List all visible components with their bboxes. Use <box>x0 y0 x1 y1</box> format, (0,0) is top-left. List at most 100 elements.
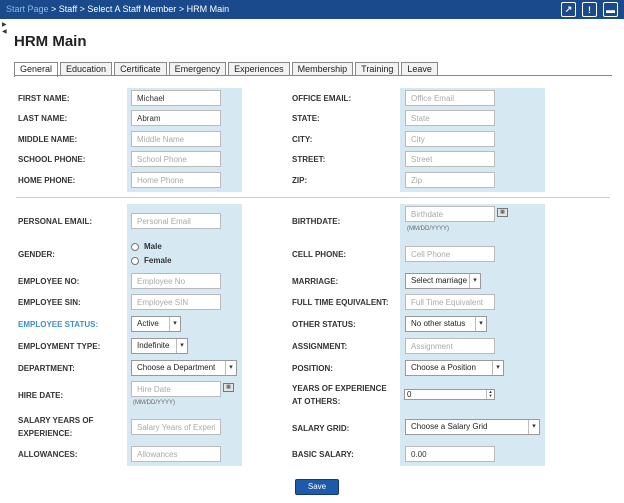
street-input[interactable] <box>405 151 495 167</box>
other-status-label: OTHER STATUS: <box>292 320 356 329</box>
birthdate-input[interactable] <box>405 206 495 222</box>
hire-date-label: HIRE DATE: <box>18 391 64 400</box>
department-label: DEPARTMENT: <box>18 364 75 373</box>
external-link-icon[interactable]: ↗ <box>561 2 576 17</box>
employee-status-value: Active <box>137 319 159 328</box>
chevron-down-icon: ▾ <box>492 361 503 375</box>
marriage-select[interactable]: Select marriage ▾ <box>405 273 481 289</box>
gender-female-label: Female <box>144 256 172 265</box>
calendar-icon[interactable]: ▦ <box>223 383 234 392</box>
office-email-label: OFFICE EMAIL: <box>292 94 352 103</box>
gender-label: GENDER: <box>18 250 55 259</box>
hire-date-input[interactable] <box>131 381 221 397</box>
page-title: HRM Main <box>14 33 87 50</box>
breadcrumb-select-link[interactable]: Select A Staff Member <box>87 4 176 14</box>
home-phone-input[interactable] <box>131 172 221 188</box>
collapse-left-icon: ◀ <box>2 29 7 35</box>
alert-icon[interactable]: ! <box>582 2 597 17</box>
breadcrumb-sep: > <box>48 4 59 14</box>
position-select[interactable]: Choose a Position ▾ <box>405 360 504 376</box>
personal-email-label: PERSONAL EMAIL: <box>18 217 93 226</box>
salary-grid-value: Choose a Salary Grid <box>411 422 488 431</box>
tab-experiences[interactable]: Experiences <box>228 62 290 76</box>
zip-input[interactable] <box>405 172 495 188</box>
print-icon[interactable]: ▬ <box>603 2 618 17</box>
other-status-select[interactable]: No other status ▾ <box>405 316 487 332</box>
employee-status-label[interactable]: EMPLOYEE STATUS: <box>18 320 98 329</box>
assignment-label: ASSIGNMENT: <box>292 342 348 351</box>
spinner-arrows-icon[interactable]: ▲ ▼ <box>486 390 494 399</box>
save-button[interactable]: Save <box>295 479 339 495</box>
salary-grid-select[interactable]: Choose a Salary Grid ▾ <box>405 419 540 435</box>
radio-circle <box>131 256 139 265</box>
cell-phone-input[interactable] <box>405 246 495 262</box>
years-exp-others-stepper[interactable]: 0 ▲ ▼ <box>404 389 495 400</box>
first-name-label: FIRST NAME: <box>18 94 70 103</box>
home-phone-label: HOME PHONE: <box>18 176 76 185</box>
gender-female-radio[interactable]: Female <box>131 256 172 265</box>
assignment-input[interactable] <box>405 338 495 354</box>
employee-no-input[interactable] <box>131 273 221 289</box>
state-input[interactable] <box>405 110 495 126</box>
gender-male-radio[interactable]: Male <box>131 242 162 251</box>
years-exp-others-label: YEARS OF EXPERIENCE AT OTHERS: <box>292 384 387 406</box>
state-label: STATE: <box>292 114 320 123</box>
employee-status-select[interactable]: Active ▾ <box>131 316 181 332</box>
middle-name-label: MIDDLE NAME: <box>18 135 78 144</box>
breadcrumb-start-link[interactable]: Start Page <box>6 4 49 14</box>
marriage-label: MARRIAGE: <box>292 277 339 286</box>
breadcrumb-current: HRM Main <box>186 4 230 14</box>
tab-training[interactable]: Training <box>355 62 400 76</box>
first-name-input[interactable] <box>131 90 221 106</box>
marriage-value: Select marriage <box>411 276 468 285</box>
tab-emergency[interactable]: Emergency <box>168 62 227 76</box>
cell-phone-label: CELL PHONE: <box>292 250 347 259</box>
tab-underline <box>14 75 612 76</box>
chevron-down-icon: ▾ <box>469 274 480 288</box>
department-select[interactable]: Choose a Department ▾ <box>131 360 237 376</box>
basic-salary-label: BASIC SALARY: <box>292 450 354 459</box>
tab-membership[interactable]: Membership <box>291 62 354 76</box>
other-status-value: No other status <box>411 319 466 328</box>
birthdate-hint: (MM/DD/YYYY) <box>407 226 449 232</box>
chevron-down-icon: ▾ <box>225 361 236 375</box>
breadcrumb: Start Page > Staff > Select A Staff Memb… <box>6 4 229 14</box>
position-label: POSITION: <box>292 364 333 373</box>
chevron-down-icon: ▾ <box>169 317 180 331</box>
calendar-icon[interactable]: ▦ <box>497 208 508 217</box>
breadcrumb-sep: > <box>176 4 187 14</box>
employment-type-label: EMPLOYMENT TYPE: <box>18 342 101 351</box>
gender-male-label: Male <box>144 242 162 251</box>
city-input[interactable] <box>405 131 495 147</box>
years-exp-others-value: 0 <box>407 390 412 399</box>
last-name-input[interactable] <box>131 110 221 126</box>
employee-sin-input[interactable] <box>131 294 221 310</box>
employee-no-label: EMPLOYEE NO: <box>18 277 80 286</box>
street-label: STREET: <box>292 155 326 164</box>
school-phone-label: SCHOOL PHONE: <box>18 155 86 164</box>
chevron-down-icon: ▾ <box>475 317 486 331</box>
section-divider <box>16 197 610 198</box>
tab-leave[interactable]: Leave <box>401 62 438 76</box>
city-label: CITY: <box>292 135 313 144</box>
fte-input[interactable] <box>405 294 495 310</box>
salary-years-label: SALARY YEARS OF EXPERIENCE: <box>18 416 94 438</box>
school-phone-input[interactable] <box>131 151 221 167</box>
chevron-down-icon: ▾ <box>176 339 187 353</box>
middle-name-input[interactable] <box>131 131 221 147</box>
collapse-toggle[interactable]: ▶ ◀ <box>2 22 7 36</box>
allowances-input[interactable] <box>131 446 221 462</box>
department-value: Choose a Department <box>137 363 216 372</box>
employment-type-select[interactable]: Indefinite ▾ <box>131 338 188 354</box>
chevron-down-icon: ▾ <box>528 420 539 434</box>
tab-education[interactable]: Education <box>60 62 113 76</box>
tab-certificate[interactable]: Certificate <box>114 62 167 76</box>
salary-years-input[interactable] <box>131 419 221 435</box>
birthdate-label: BIRTHDATE: <box>292 217 341 226</box>
basic-salary-input[interactable] <box>405 446 495 462</box>
position-value: Choose a Position <box>411 363 476 372</box>
office-email-input[interactable] <box>405 90 495 106</box>
last-name-label: LAST NAME: <box>18 114 68 123</box>
personal-email-input[interactable] <box>131 213 221 229</box>
breadcrumb-staff-link[interactable]: Staff <box>59 4 77 14</box>
